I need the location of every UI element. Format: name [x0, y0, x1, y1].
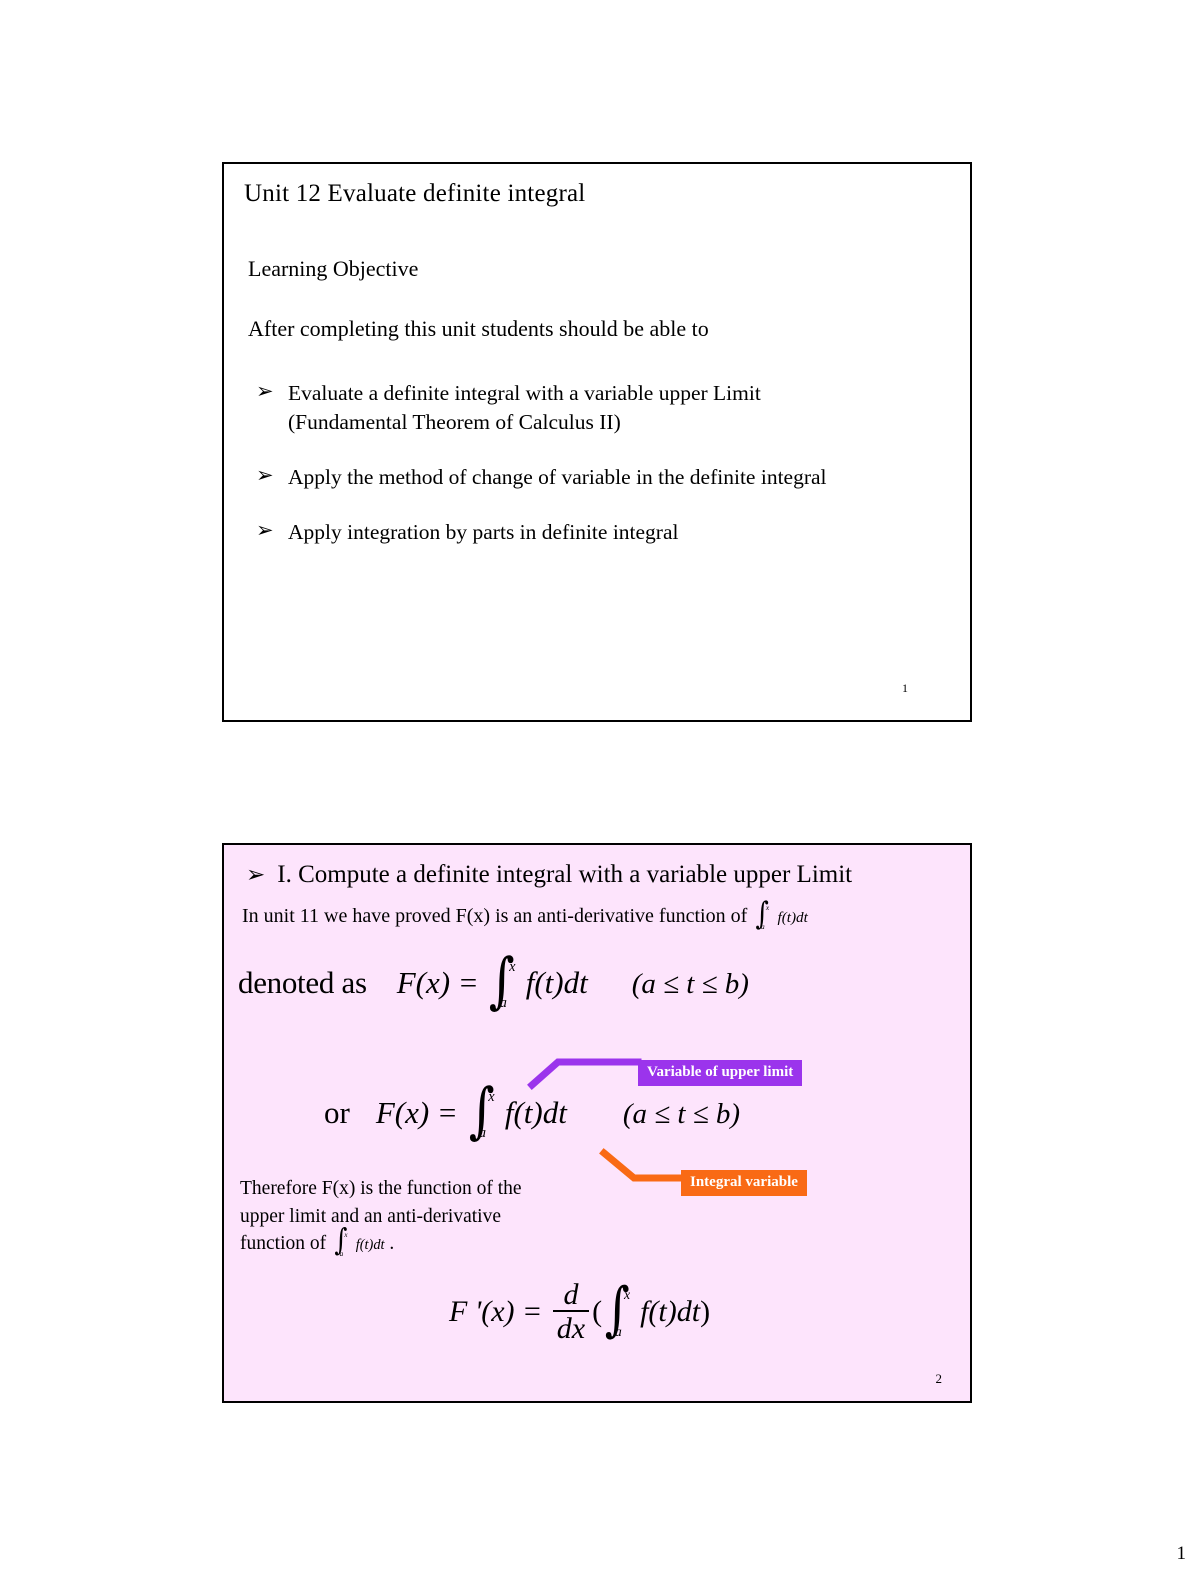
- integral-symbol: ∫ x a: [486, 950, 518, 1012]
- bullet-arrow-icon: ➢: [256, 379, 274, 403]
- bullet-text-line1: Apply integration by parts in definite i…: [288, 520, 679, 545]
- slide-2-heading: ➢ I. Compute a definite integral with a v…: [246, 861, 852, 889]
- list-item: ➢ Evaluate a definite integral with a va…: [252, 379, 952, 437]
- close-paren: ): [700, 1295, 711, 1329]
- equation-body: F(x) = ∫ x a f(t)dt: [375, 1080, 567, 1141]
- therefore-line-3-suffix: .: [389, 1233, 395, 1255]
- integral-symbol: ∫ x a: [602, 1280, 632, 1340]
- list-item: ➢ Apply the method of change of variable…: [252, 463, 952, 492]
- equation-lhs: F '(x) =: [449, 1295, 543, 1329]
- inline-integrand: f(t)dt: [777, 909, 808, 926]
- equation-integrand: f(t)dt: [504, 1095, 567, 1131]
- integral-lower-limit: a: [478, 1125, 486, 1142]
- slide-1-page-number: 1: [902, 681, 908, 695]
- integral-lower-limit: a: [614, 1324, 622, 1340]
- integral-upper-limit: x: [765, 903, 770, 913]
- therefore-paragraph: Therefore F(x) is the function of the up…: [240, 1175, 620, 1258]
- callout-connector-upper-limit: [527, 1058, 642, 1090]
- integral-upper-limit: x: [624, 1287, 631, 1303]
- integral-upper-limit: x: [344, 1231, 348, 1240]
- slide-1-title: Unit 12 Evaluate definite integral: [244, 180, 586, 207]
- objective-bullet-list: ➢ Evaluate a definite integral with a va…: [252, 379, 952, 573]
- open-paren: (: [592, 1295, 603, 1329]
- bullet-text-line2: (Fundamental Theorem of Calculus II): [288, 410, 621, 435]
- inline-integrand: f(t)dt: [355, 1237, 385, 1254]
- fraction-d-dx: d dx: [552, 1278, 590, 1345]
- fraction-numerator: d: [563, 1278, 579, 1311]
- equation-or: or F(x) = ∫ x a f(t)dt (a ≤ t ≤ b): [324, 1080, 741, 1141]
- slide-2-page-number: 2: [935, 1371, 943, 1386]
- equation-denoted-as: denoted as F(x) = ∫ x a f(t)dt (a ≤ t ≤ b): [238, 950, 749, 1011]
- slide-2: ➢ I. Compute a definite integral with a v…: [222, 843, 972, 1403]
- equation-integrand: f(t)dt: [525, 965, 588, 1001]
- integral-lower-limit: a: [499, 995, 507, 1012]
- equation-lead-label: denoted as: [238, 965, 367, 1001]
- therefore-line-2: upper limit and an anti-derivative: [240, 1205, 501, 1227]
- learning-objective-heading: Learning Objective: [248, 256, 419, 281]
- learning-objective-intro: After completing this unit students shou…: [248, 316, 709, 341]
- equation-condition: (a ≤ t ≤ b): [631, 968, 749, 1001]
- inline-integral-symbol: ∫ x a: [333, 1226, 349, 1258]
- equation-body: F(x) = ∫ x a f(t)dt: [396, 950, 588, 1011]
- integral-symbol: ∫ x a: [466, 1080, 498, 1142]
- equation-lead-label: or: [324, 1095, 350, 1131]
- list-item: ➢ Apply integration by parts in definite…: [252, 518, 952, 547]
- integral-upper-limit: x: [488, 1088, 495, 1105]
- document-page-number: 1: [1176, 1543, 1187, 1564]
- callout-variable-of-upper-limit: Variable of upper limit: [638, 1060, 803, 1086]
- integral-lower-limit: a: [339, 1249, 344, 1258]
- therefore-line-3-prefix: function of: [240, 1233, 327, 1255]
- equation-derivative: F '(x) = d dx ( ∫ x a f(t)dt): [449, 1278, 711, 1347]
- document-page: Unit 12 Evaluate definite integral Learn…: [0, 0, 1200, 1575]
- integral-upper-limit: x: [509, 958, 516, 975]
- bullet-arrow-icon: ➢: [246, 862, 266, 887]
- equation-lhs: F(x) =: [396, 965, 479, 1001]
- slide-2-subtitle: In unit 11 we have proved F(x) is an ant…: [242, 899, 808, 932]
- slide-1: Unit 12 Evaluate definite integral Learn…: [222, 162, 972, 722]
- callout-integral-variable: Integral variable: [681, 1170, 807, 1196]
- bullet-arrow-icon: ➢: [256, 463, 274, 488]
- fraction-denominator: dx: [552, 1310, 590, 1345]
- slide-2-heading-text: I. Compute a definite integral with a va…: [277, 861, 853, 888]
- therefore-line-1: Therefore F(x) is the function of the: [240, 1178, 522, 1199]
- equation-integrand: f(t)dt: [640, 1295, 701, 1329]
- bullet-text-line1: Apply the method of change of variable i…: [288, 465, 827, 490]
- equation-lhs: F(x) =: [375, 1095, 458, 1131]
- inline-integral-symbol: ∫ x a: [754, 899, 770, 932]
- slide-2-subtitle-text: In unit 11 we have proved F(x) is an ant…: [242, 905, 748, 927]
- bullet-arrow-icon: ➢: [256, 518, 274, 543]
- equation-condition: (a ≤ t ≤ b): [622, 1098, 741, 1131]
- integral-lower-limit: a: [761, 922, 765, 932]
- bullet-text-line1: Evaluate a definite integral with a vari…: [288, 381, 761, 405]
